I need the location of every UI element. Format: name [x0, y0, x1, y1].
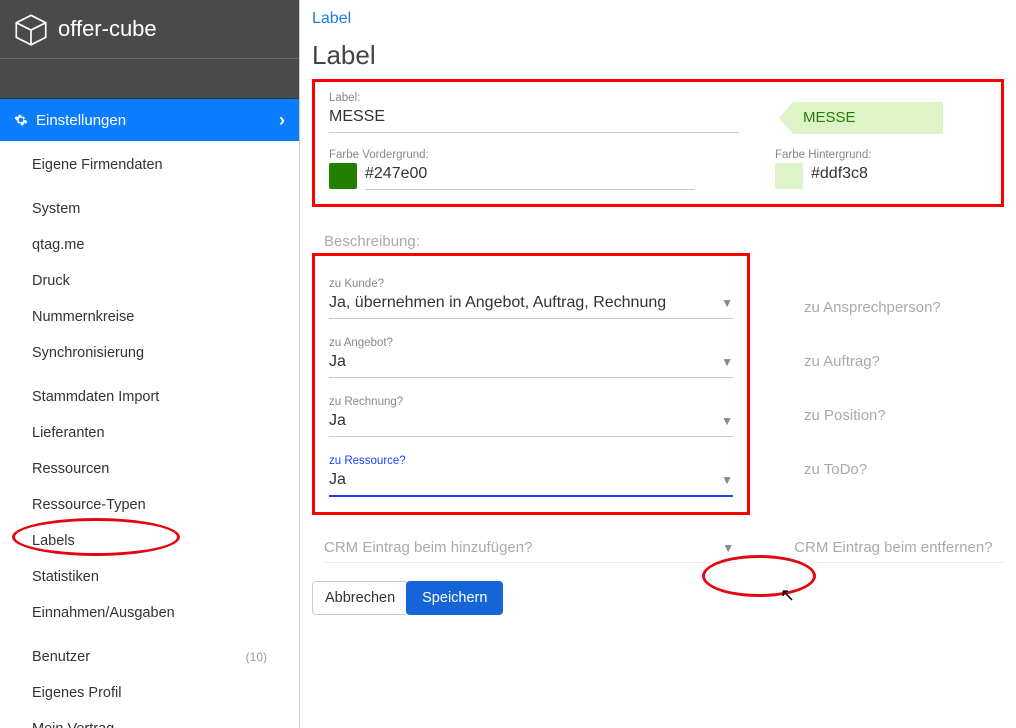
sidebar-item-ressourcen[interactable]: Ressourcen — [0, 451, 299, 487]
nav-label: Nummernkreise — [32, 309, 134, 325]
breadcrumb[interactable]: Label — [300, 0, 1016, 36]
nav-label: Mein Vertrag — [32, 721, 114, 728]
sidebar-item-qtagme[interactable]: qtag.me — [0, 227, 299, 263]
sidebar-item-system[interactable]: System — [0, 191, 299, 227]
page-title: Label — [300, 36, 1016, 79]
dd-zu-rechnung[interactable]: zu Rechnung? Ja▼ — [329, 396, 733, 437]
save-button[interactable]: Speichern — [406, 581, 503, 615]
dd-placeholder: CRM Eintrag beim entfernen? — [794, 539, 1004, 556]
sidebar: offer-cube Einstellungen › Eigene Firmen… — [0, 0, 300, 728]
sidebar-item-druck[interactable]: Druck — [0, 263, 299, 299]
sidebar-header-label: Einstellungen — [36, 112, 126, 129]
fg-color-swatch[interactable] — [329, 163, 357, 189]
nav-label: Ressource-Typen — [32, 497, 146, 513]
nav-label: Statistiken — [32, 569, 99, 585]
dd-zu-kunde[interactable]: zu Kunde? Ja, übernehmen in Angebot, Auf… — [329, 278, 733, 319]
chevron-down-icon: ▼ — [721, 414, 733, 428]
dd-placeholder: zu Ansprechperson? — [804, 299, 941, 316]
sidebar-item-stammdaten-import[interactable]: Stammdaten Import — [0, 379, 299, 415]
form-button-row: Abbrechen Speichern ↖ — [300, 563, 1016, 615]
nav-label: Benutzer — [32, 649, 90, 665]
chevron-down-icon: ▼ — [721, 473, 733, 487]
sidebar-item-mein-vertrag[interactable]: Mein Vertrag — [0, 711, 299, 728]
dd-placeholder: zu ToDo? — [804, 461, 867, 478]
dd-label: zu Kunde? — [329, 278, 733, 290]
dd-zu-todo[interactable]: zu ToDo? — [804, 461, 1004, 479]
dd-label: zu Ressource? — [329, 455, 733, 467]
gear-icon — [14, 113, 28, 127]
annotation-red-box-2: zu Kunde? Ja, übernehmen in Angebot, Auf… — [312, 253, 750, 515]
dd-value: Ja — [329, 353, 721, 371]
sidebar-item-einnahmen-ausgaben[interactable]: Einnahmen/Ausgaben — [0, 595, 299, 631]
bg-color-input[interactable] — [811, 161, 921, 190]
chevron-down-icon: ▼ — [721, 296, 733, 310]
sidebar-header-settings[interactable]: Einstellungen › — [0, 99, 299, 141]
annotation-red-box-1: Label: MESSE Farbe Vordergrund: Farbe Hi… — [312, 79, 1004, 207]
dd-value: Ja, übernehmen in Angebot, Auftrag, Rech… — [329, 294, 721, 312]
label-name-input[interactable] — [329, 104, 739, 133]
dd-value: Ja — [329, 412, 721, 430]
nav-label: System — [32, 201, 80, 217]
fg-color-label: Farbe Vordergrund: — [329, 149, 695, 161]
sidebar-item-synchronisierung[interactable]: Synchronisierung — [0, 335, 299, 371]
brand-name: offer-cube — [58, 16, 157, 42]
bg-color-label: Farbe Hintergrund: — [775, 149, 921, 161]
dd-zu-auftrag[interactable]: zu Auftrag? — [804, 353, 1004, 371]
brand-bar: offer-cube — [0, 0, 299, 58]
sidebar-item-lieferanten[interactable]: Lieferanten — [0, 415, 299, 451]
chevron-right-icon: › — [279, 110, 285, 131]
dd-crm-remove[interactable]: CRM Eintrag beim entfernen? — [794, 539, 1004, 563]
description-label: Beschreibung: — [324, 233, 420, 250]
fg-color-input[interactable] — [365, 161, 695, 190]
dd-value: Ja — [329, 471, 721, 489]
dd-placeholder: CRM Eintrag beim hinzufügen? — [324, 539, 722, 556]
sidebar-nav-list: Eigene Firmendaten System qtag.me Druck … — [0, 141, 299, 728]
chevron-down-icon: ▼ — [721, 355, 733, 369]
cursor-icon: ↖ — [780, 585, 795, 606]
dd-placeholder: zu Auftrag? — [804, 353, 880, 370]
nav-label: Eigenes Profil — [32, 685, 121, 701]
nav-label: Eigene Firmendaten — [32, 157, 163, 173]
label-field-label: Label: — [329, 92, 769, 104]
sidebar-item-ressource-typen[interactable]: Ressource-Typen — [0, 487, 299, 523]
benutzer-count: (10) — [246, 650, 267, 664]
dd-zu-angebot[interactable]: zu Angebot? Ja▼ — [329, 337, 733, 378]
cube-logo-icon — [10, 10, 52, 48]
sidebar-item-eigenes-profil[interactable]: Eigenes Profil — [0, 675, 299, 711]
nav-label: Einnahmen/Ausgaben — [32, 605, 175, 621]
dd-zu-position[interactable]: zu Position? — [804, 407, 1004, 425]
dd-label: zu Angebot? — [329, 337, 733, 349]
main-content: Label Label Label: MESSE Farbe Vordergru… — [300, 0, 1016, 728]
label-preview-tag: MESSE — [793, 102, 943, 134]
dd-placeholder: zu Position? — [804, 407, 886, 424]
sidebar-item-labels[interactable]: Labels — [0, 523, 299, 559]
chevron-down-icon: ▼ — [722, 541, 734, 555]
nav-label: qtag.me — [32, 237, 84, 253]
bg-color-swatch[interactable] — [775, 163, 803, 189]
nav-label: Lieferanten — [32, 425, 105, 441]
cancel-button[interactable]: Abbrechen — [312, 581, 408, 615]
dd-crm-add[interactable]: CRM Eintrag beim hinzufügen? ▼ — [324, 539, 734, 563]
sidebar-item-eigene-firmendaten[interactable]: Eigene Firmendaten — [0, 147, 299, 183]
dd-zu-ressource[interactable]: zu Ressource? Ja▼ — [329, 455, 733, 497]
nav-label: Druck — [32, 273, 70, 289]
label-preview-text: MESSE — [803, 109, 856, 126]
nav-label: Stammdaten Import — [32, 389, 159, 405]
dd-zu-ansprechperson[interactable]: zu Ansprechperson? — [804, 299, 1004, 317]
nav-label: Labels — [32, 533, 75, 549]
sidebar-dark-strip — [0, 58, 299, 99]
sidebar-item-statistiken[interactable]: Statistiken — [0, 559, 299, 595]
sidebar-item-nummernkreise[interactable]: Nummernkreise — [0, 299, 299, 335]
nav-label: Ressourcen — [32, 461, 109, 477]
sidebar-item-benutzer[interactable]: Benutzer (10) — [0, 639, 299, 675]
dd-label: zu Rechnung? — [329, 396, 733, 408]
nav-label: Synchronisierung — [32, 345, 144, 361]
